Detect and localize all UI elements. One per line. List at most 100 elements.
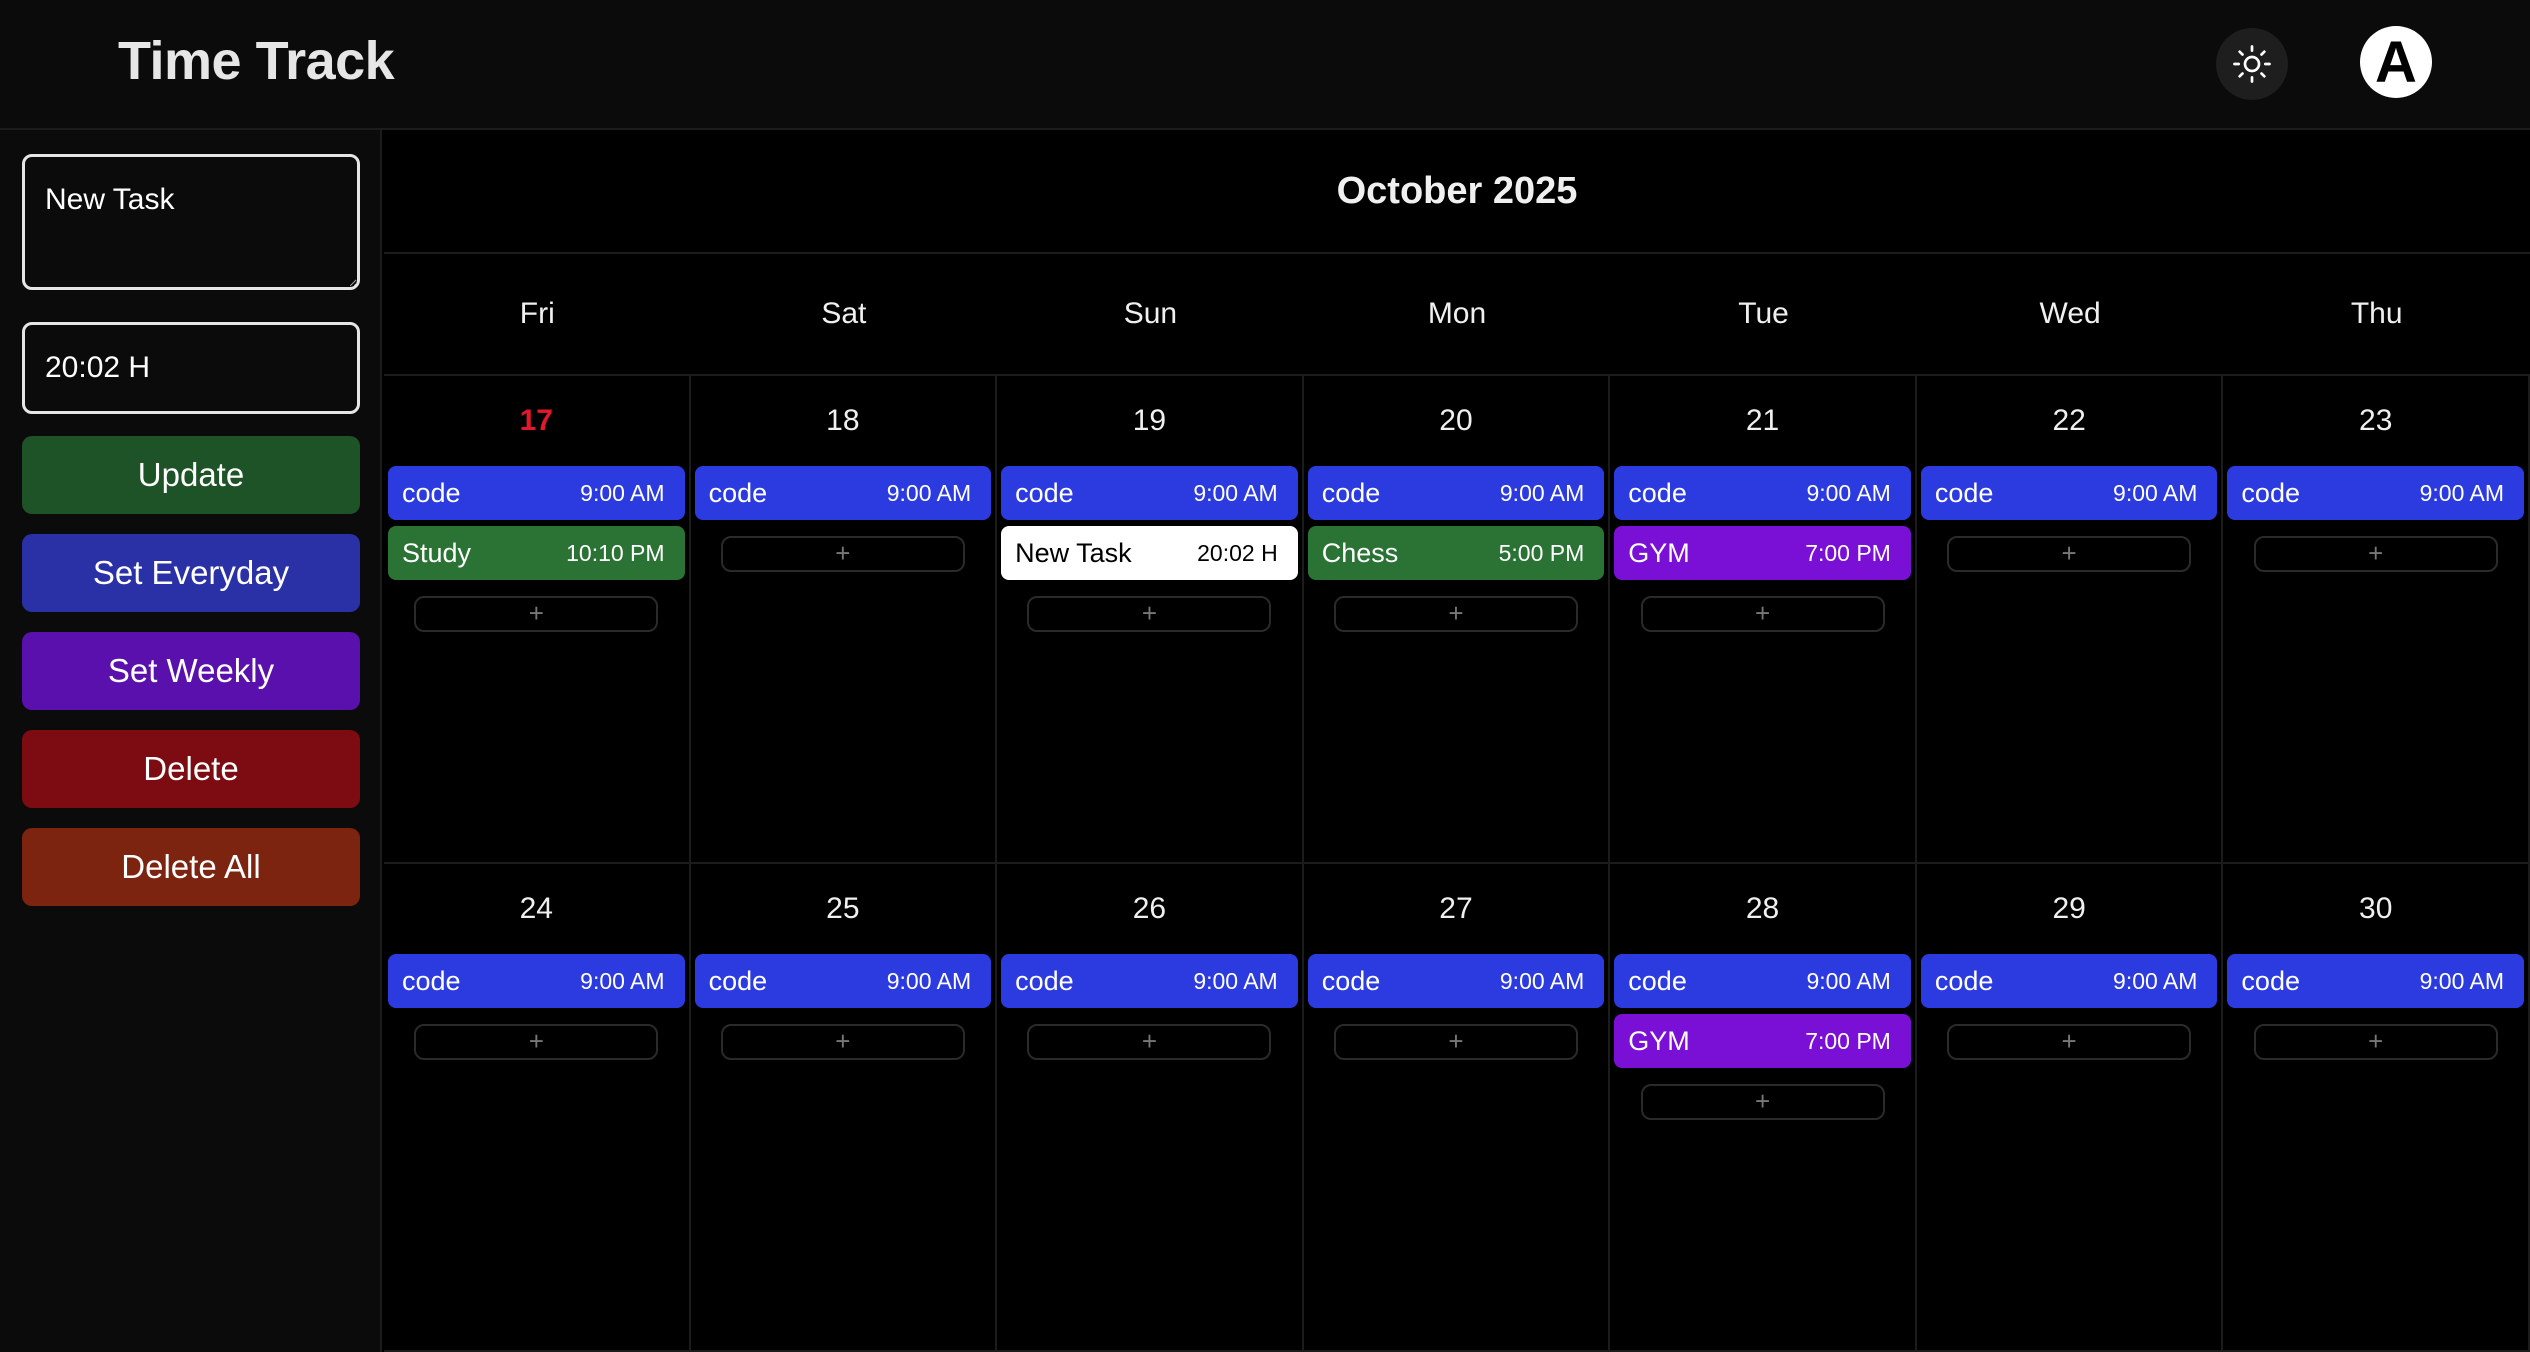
day-cell-24: 24 code 9:00 AM +: [384, 864, 691, 1352]
day-number: 27: [1439, 892, 1473, 925]
add-task-button[interactable]: +: [1947, 1024, 2192, 1060]
event-title: code: [402, 965, 461, 996]
event-time: 9:00 AM: [886, 967, 972, 994]
add-task-button[interactable]: +: [1333, 1024, 1578, 1060]
theme-toggle-button[interactable]: [2216, 28, 2288, 100]
event-code[interactable]: code 9:00 AM: [1920, 466, 2218, 520]
event-title: code: [1015, 477, 1074, 508]
event-time: 9:00 AM: [1499, 967, 1585, 994]
day-number: 30: [2359, 892, 2393, 925]
weekday-wed: Wed: [2039, 297, 2101, 330]
event-title: Study: [402, 537, 472, 568]
event-time: 9:00 AM: [580, 967, 665, 994]
add-task-button[interactable]: +: [1027, 1024, 1272, 1060]
event-gym[interactable]: GYM 7:00 PM: [1614, 1014, 1911, 1068]
day-number: 28: [1745, 892, 1780, 925]
day-cell-22: 22 code 9:00 AM +: [1916, 376, 2224, 864]
add-task-button[interactable]: +: [1333, 596, 1578, 632]
add-task-button[interactable]: +: [1640, 1084, 1885, 1120]
delete-button[interactable]: Delete: [22, 730, 360, 808]
event-time: 7:00 PM: [1805, 539, 1891, 566]
day-number: 26: [1132, 892, 1167, 925]
event-code[interactable]: code 9:00 AM: [1307, 954, 1605, 1008]
app-title: Time Track: [118, 31, 395, 91]
event-title: GYM: [1628, 537, 1690, 568]
event-study[interactable]: Study 10:10 PM: [388, 526, 685, 580]
event-code[interactable]: code 9:00 AM: [1614, 954, 1911, 1008]
task-editor-sidebar: Update Set Everyday Set Weekly Delete Delete…: [0, 130, 382, 1352]
event-time: 9:00 AM: [1806, 967, 1891, 994]
event-time: 9:00 AM: [1806, 479, 1891, 506]
day-number: 23: [2359, 404, 2393, 437]
day-cell-30: 30 code 9:00 AM +: [2223, 864, 2530, 1352]
event-title: New Task: [1015, 537, 1132, 568]
day-number: 22: [2052, 404, 2086, 437]
event-gym[interactable]: GYM 7:00 PM: [1614, 526, 1911, 580]
day-cell-17: 17 code 9:00 AM Study 10:10 PM +: [384, 376, 691, 864]
task-time-input[interactable]: [22, 322, 360, 414]
event-code[interactable]: code 9:00 AM: [1001, 954, 1298, 1008]
event-time: 9:00 AM: [2419, 967, 2504, 994]
event-time: 7:00 PM: [1805, 1027, 1891, 1054]
event-title: code: [402, 477, 461, 508]
event-code[interactable]: code 9:00 AM: [388, 466, 685, 520]
event-title: GYM: [1628, 1025, 1690, 1056]
event-time: 20:02 H: [1197, 539, 1278, 566]
event-title: code: [1628, 477, 1687, 508]
add-task-button[interactable]: +: [1947, 536, 2192, 572]
day-cell-20: 20 code 9:00 AM Chess 5:00 PM +: [1303, 376, 1611, 864]
event-title: code: [2241, 965, 2300, 996]
event-code[interactable]: code 9:00 AM: [694, 954, 992, 1008]
event-title: code: [2241, 477, 2300, 508]
event-title: code: [1628, 965, 1687, 996]
add-task-button[interactable]: +: [2253, 536, 2498, 572]
day-cell-19: 19 code 9:00 AM New Task 20:02 H +: [997, 376, 1304, 864]
set-weekly-button[interactable]: Set Weekly: [22, 632, 360, 710]
event-time: 9:00 AM: [1193, 967, 1278, 994]
weekday-mon: Mon: [1427, 297, 1487, 330]
weekday-header-row: Fri Sat Sun Mon Tue Wed Thu: [384, 254, 2530, 376]
event-new-task[interactable]: New Task 20:02 H: [1001, 526, 1298, 580]
day-number: 21: [1745, 404, 1780, 437]
event-title: code: [1321, 477, 1381, 508]
event-time: 9:00 AM: [886, 479, 972, 506]
event-time: 5:00 PM: [1498, 539, 1585, 566]
calendar-grid: 17 code 9:00 AM Study 10:10 PM +18 code 9:00 AM…: [384, 376, 2530, 1352]
event-chess[interactable]: Chess 5:00 PM: [1307, 526, 1605, 580]
day-cell-23: 23 code 9:00 AM +: [2223, 376, 2530, 864]
add-task-button[interactable]: +: [414, 596, 659, 632]
add-task-button[interactable]: +: [1027, 596, 1272, 632]
event-code[interactable]: code 9:00 AM: [694, 466, 992, 520]
weekday-tue: Tue: [1738, 297, 1789, 330]
event-code[interactable]: code 9:00 AM: [388, 954, 685, 1008]
event-title: code: [1934, 965, 1994, 996]
add-task-button[interactable]: +: [2253, 1024, 2498, 1060]
event-code[interactable]: code 9:00 AM: [1614, 466, 1911, 520]
add-task-button[interactable]: +: [720, 536, 965, 572]
event-code[interactable]: code 9:00 AM: [1001, 466, 1298, 520]
event-title: code: [1321, 965, 1381, 996]
event-time: 9:00 AM: [2113, 479, 2198, 506]
add-task-button[interactable]: +: [414, 1024, 659, 1060]
delete-all-button[interactable]: Delete All: [22, 828, 360, 906]
event-time: 10:10 PM: [566, 539, 665, 566]
update-button[interactable]: Update: [22, 436, 360, 514]
add-task-button[interactable]: +: [720, 1024, 965, 1060]
add-task-button[interactable]: +: [1640, 596, 1885, 632]
event-title: Chess: [1321, 537, 1399, 568]
app-header: Time Track A: [0, 0, 2530, 130]
user-avatar[interactable]: A: [2360, 26, 2432, 98]
event-code[interactable]: code 9:00 AM: [1307, 466, 1605, 520]
task-name-input[interactable]: [22, 154, 360, 290]
day-number: 25: [826, 892, 860, 925]
month-title: October 2025: [384, 130, 2530, 254]
event-code[interactable]: code 9:00 AM: [2227, 466, 2524, 520]
day-number: 24: [519, 892, 553, 925]
event-code[interactable]: code 9:00 AM: [2227, 954, 2524, 1008]
event-code[interactable]: code 9:00 AM: [1920, 954, 2218, 1008]
event-time: 9:00 AM: [2113, 967, 2198, 994]
day-cell-18: 18 code 9:00 AM +: [690, 376, 998, 864]
day-number: 29: [2052, 892, 2086, 925]
day-number: 18: [826, 404, 860, 437]
set-everyday-button[interactable]: Set Everyday: [22, 534, 360, 612]
